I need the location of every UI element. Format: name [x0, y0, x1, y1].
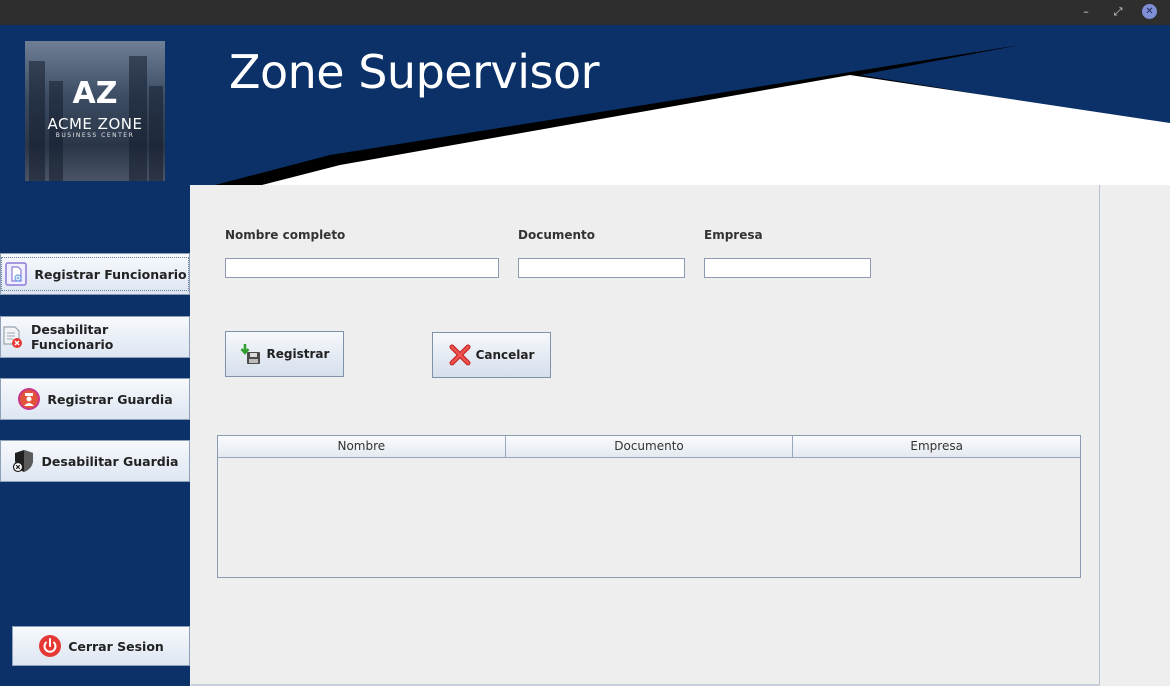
sidebar-item-label: Desabilitar Funcionario [31, 322, 114, 352]
save-download-icon [240, 343, 262, 365]
logo-name: ACME ZONE [47, 115, 143, 133]
document-add-icon [4, 262, 28, 286]
guard-icon [17, 387, 41, 411]
empresa-input[interactable] [704, 258, 871, 278]
sidebar-item-desabilitar-guardia[interactable]: Desabilitar Guardia [0, 440, 190, 482]
logout-label: Cerrar Sesion [68, 638, 164, 654]
table-header: Nombre Documento Empresa [218, 436, 1081, 458]
focus-ring: Registrar Funcionario [1, 257, 189, 291]
company-logo: AZ ACME ZONE BUSINESS CENTER [25, 41, 165, 181]
cancel-x-icon [449, 344, 471, 366]
sidebar-item-label: Desabilitar Guardia [41, 453, 179, 469]
maximize-button[interactable]: ⤢ [1110, 4, 1126, 20]
logo-subtitle: BUSINESS CENTER [55, 132, 135, 139]
registrar-label: Registrar [266, 347, 330, 361]
window-title-bar: – ⤢ ✕ [0, 0, 1170, 25]
registrar-button[interactable]: Registrar [225, 331, 344, 377]
shield-disable-icon [12, 449, 36, 473]
sidebar: Registrar Funcionario Desabilitar Funcio… [0, 185, 190, 686]
app-header: AZ ACME ZONE BUSINESS CENTER Zone Superv… [0, 25, 1170, 185]
app-title: Zone Supervisor [229, 45, 600, 99]
cancelar-label: Cancelar [475, 348, 535, 362]
documento-input[interactable] [518, 258, 685, 278]
column-header-empresa[interactable]: Empresa [793, 436, 1081, 458]
sidebar-item-registrar-funcionario[interactable]: Registrar Funcionario [0, 253, 190, 295]
empresa-label: Empresa [704, 228, 763, 242]
column-header-documento[interactable]: Documento [505, 436, 794, 458]
sidebar-item-registrar-guardia[interactable]: Registrar Guardia [0, 378, 190, 420]
power-icon [38, 634, 62, 658]
column-header-nombre[interactable]: Nombre [218, 436, 506, 458]
cancelar-button[interactable]: Cancelar [432, 332, 551, 378]
sidebar-item-label: Registrar Funcionario [34, 266, 187, 282]
nombre-label: Nombre completo [225, 228, 346, 242]
right-empty-area [1100, 185, 1170, 686]
sidebar-item-label: Registrar Guardia [47, 391, 173, 407]
logo-mark: AZ [72, 76, 118, 111]
close-button[interactable]: ✕ [1142, 4, 1157, 19]
documento-label: Documento [518, 228, 596, 242]
minimize-button[interactable]: – [1078, 4, 1094, 20]
funcionarios-table[interactable]: Nombre Documento Empresa [217, 435, 1081, 578]
document-remove-icon [1, 325, 25, 349]
nombre-input[interactable] [225, 258, 499, 278]
main-panel: Nombre completo Documento Empresa Regist… [191, 185, 1100, 685]
logout-button[interactable]: Cerrar Sesion [12, 626, 190, 666]
sidebar-item-desabilitar-funcionario[interactable]: Desabilitar Funcionario [0, 316, 190, 358]
